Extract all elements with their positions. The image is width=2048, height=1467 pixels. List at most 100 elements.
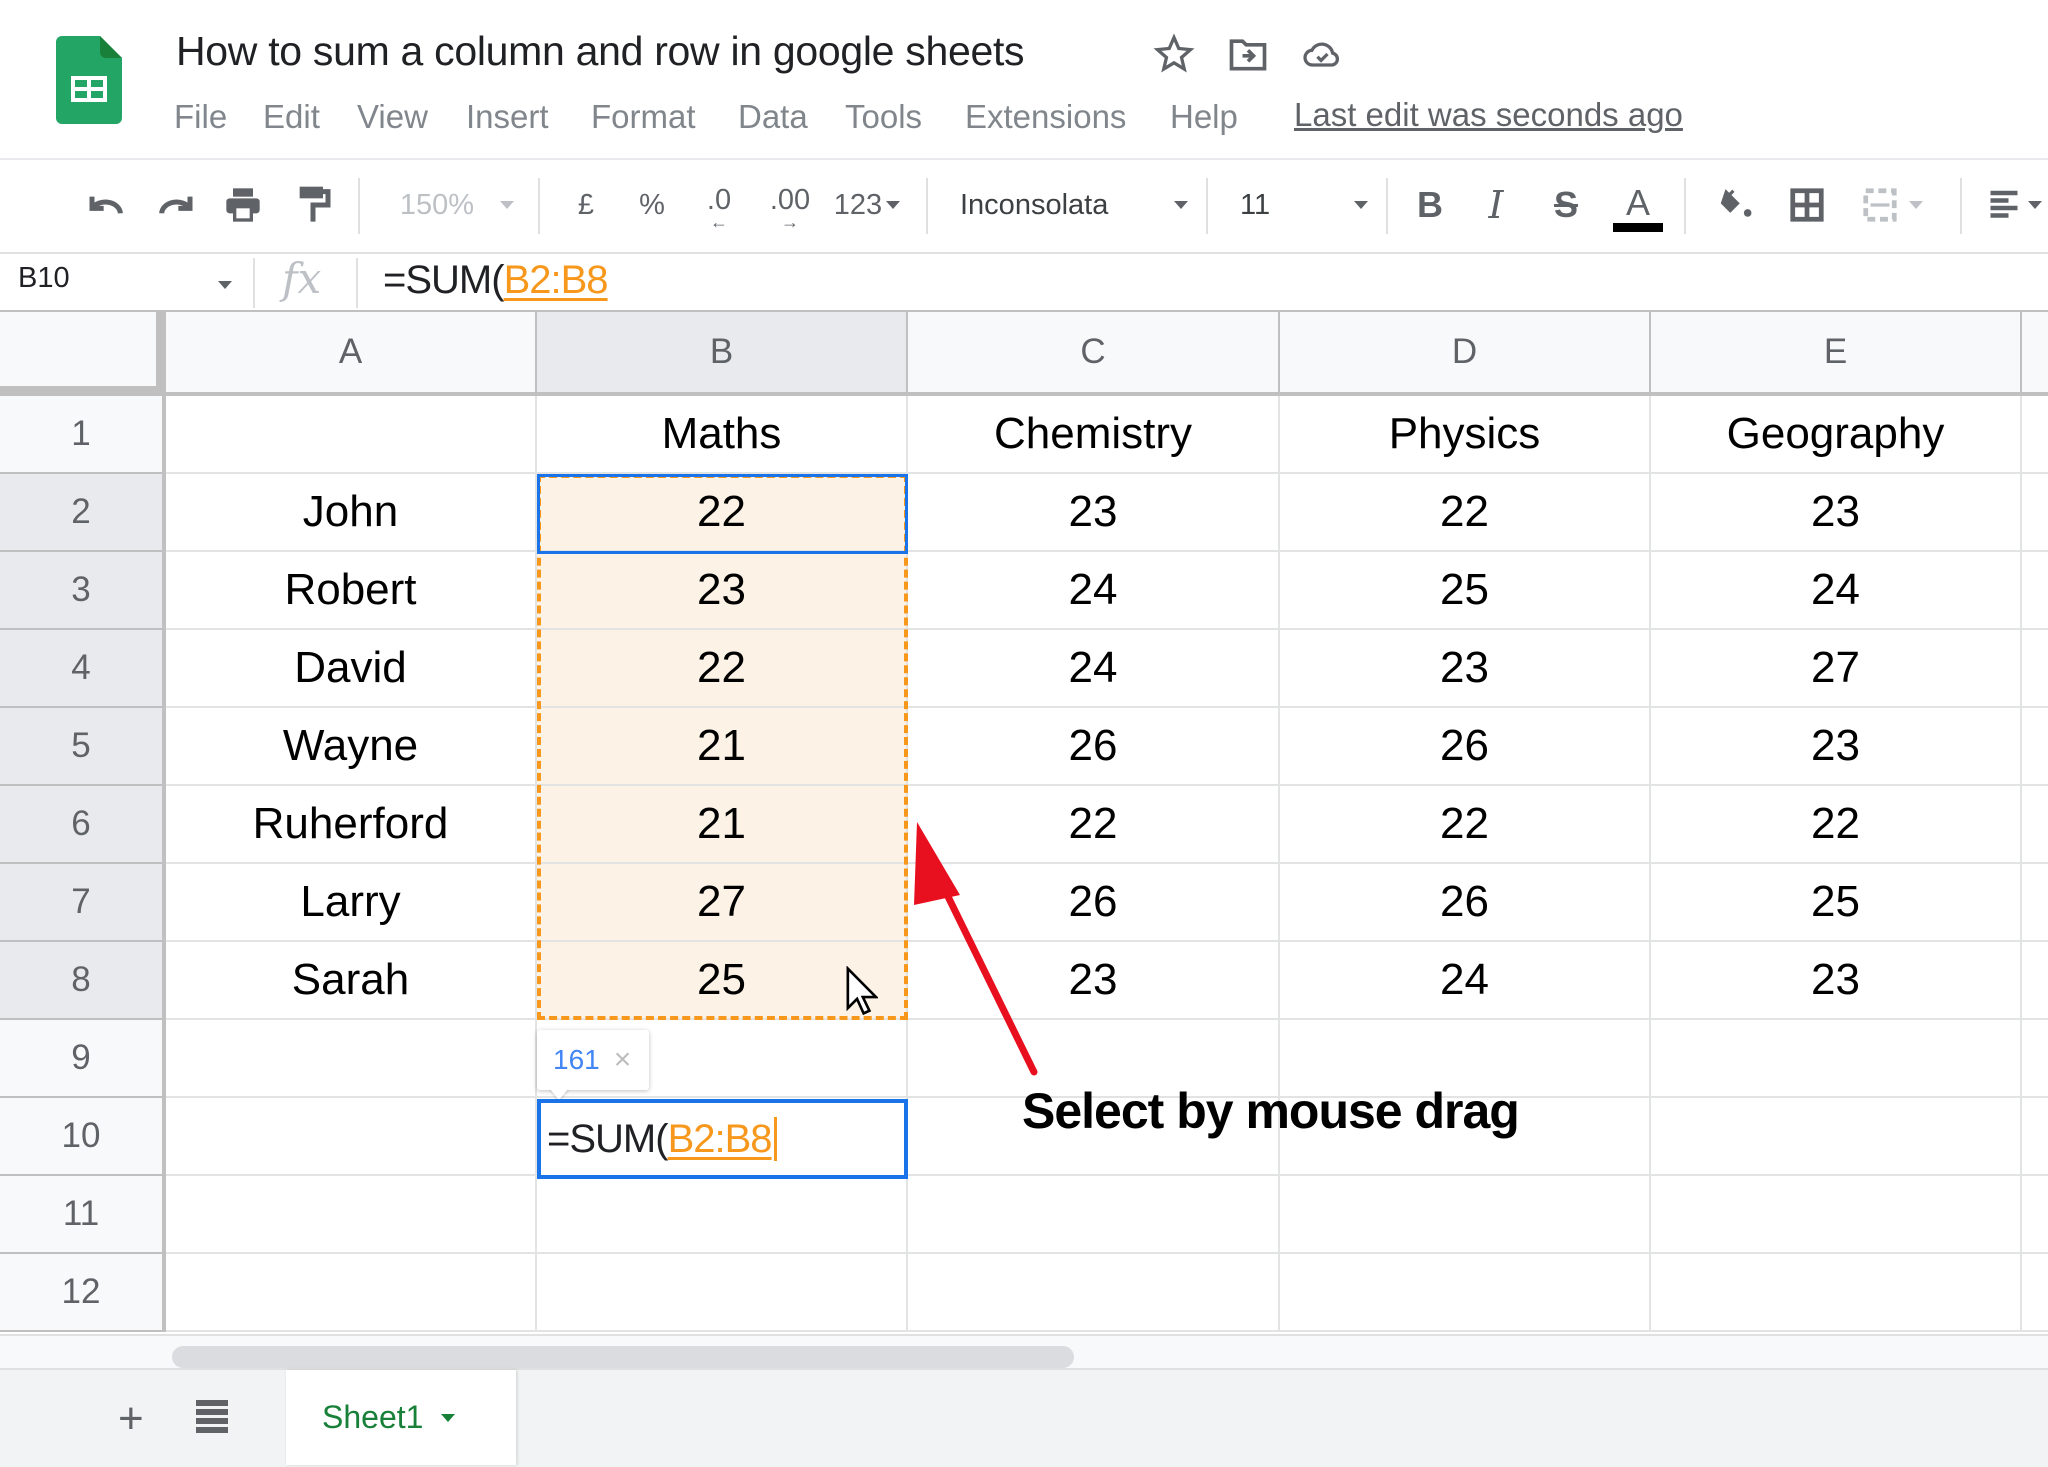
cell-b12[interactable] — [537, 1254, 908, 1332]
cell-e6[interactable]: 22 — [1651, 786, 2022, 864]
cell-c6[interactable]: 22 — [908, 786, 1280, 864]
horizontal-scrollbar-thumb[interactable] — [172, 1346, 1074, 1368]
fill-color-button[interactable] — [1712, 180, 1758, 230]
cell-e1[interactable]: Geography — [1651, 396, 2022, 474]
row-header-2[interactable]: 2 — [0, 474, 166, 552]
row-header-7[interactable]: 7 — [0, 864, 166, 942]
cell-e2[interactable]: 23 — [1651, 474, 2022, 552]
redo-button[interactable] — [150, 180, 200, 230]
bold-button[interactable]: B — [1408, 180, 1452, 230]
column-header-c[interactable]: C — [908, 312, 1280, 396]
format-percent-button[interactable]: % — [634, 180, 670, 230]
cell-a9[interactable] — [166, 1020, 537, 1098]
cell-e10[interactable] — [1651, 1098, 2022, 1176]
cell-b3[interactable]: 23 — [537, 552, 908, 630]
cell-c3[interactable]: 24 — [908, 552, 1280, 630]
row-header-10[interactable]: 10 — [0, 1098, 166, 1176]
all-sheets-menu-icon[interactable] — [196, 1400, 228, 1434]
cell-editor-b10[interactable]: =SUM(B2:B8 — [537, 1099, 908, 1179]
menu-data[interactable]: Data — [738, 98, 808, 136]
spreadsheet-grid[interactable]: ABCDE 1 2 3 4 5 6 7 8 9 10 11 12 Maths Chemistry Phys… — [0, 310, 2048, 1334]
cell-d12[interactable] — [1280, 1254, 1651, 1332]
cell-a5[interactable]: Wayne — [166, 708, 537, 786]
cell-b5[interactable]: 21 — [537, 708, 908, 786]
document-title[interactable]: How to sum a column and row in google sh… — [176, 28, 1025, 75]
select-all-corner[interactable] — [0, 312, 166, 396]
cell-f3[interactable] — [2022, 552, 2048, 630]
cell-f1[interactable] — [2022, 396, 2048, 474]
menu-insert[interactable]: Insert — [466, 98, 549, 136]
cell-d5[interactable]: 26 — [1280, 708, 1651, 786]
cell-a8[interactable]: Sarah — [166, 942, 537, 1020]
row-header-6[interactable]: 6 — [0, 786, 166, 864]
cell-b6[interactable]: 21 — [537, 786, 908, 864]
print-button[interactable] — [218, 180, 268, 230]
cell-e8[interactable]: 23 — [1651, 942, 2022, 1020]
cell-d11[interactable] — [1280, 1176, 1651, 1254]
strikethrough-button[interactable]: S — [1544, 180, 1588, 230]
row-header-4[interactable]: 4 — [0, 630, 166, 708]
cell-f8[interactable] — [2022, 942, 2048, 1020]
cell-d6[interactable]: 22 — [1280, 786, 1651, 864]
merge-cells-button[interactable] — [1854, 180, 1930, 230]
menu-view[interactable]: View — [357, 98, 428, 136]
column-header-a[interactable]: A — [166, 312, 537, 396]
undo-button[interactable] — [82, 180, 132, 230]
format-currency-button[interactable]: £ — [568, 180, 604, 230]
cell-e9[interactable] — [1651, 1020, 2022, 1098]
cell-e12[interactable] — [1651, 1254, 2022, 1332]
cell-b4[interactable]: 22 — [537, 630, 908, 708]
name-box[interactable]: B10 — [18, 262, 70, 295]
cell-d7[interactable]: 26 — [1280, 864, 1651, 942]
cell-b1[interactable]: Maths — [537, 396, 908, 474]
menu-file[interactable]: File — [174, 98, 227, 136]
menu-help[interactable]: Help — [1170, 98, 1238, 136]
menu-tools[interactable]: Tools — [845, 98, 922, 136]
sheet-tab-sheet1[interactable]: Sheet1 — [286, 1370, 516, 1465]
row-header-3[interactable]: 3 — [0, 552, 166, 630]
menu-extensions[interactable]: Extensions — [965, 98, 1126, 136]
cell-b11[interactable] — [537, 1176, 908, 1254]
font-size-select[interactable]: 11 — [1240, 180, 1368, 230]
formula-input[interactable]: =SUM(B2:B8 — [383, 258, 609, 303]
cell-f12[interactable] — [2022, 1254, 2048, 1332]
horizontal-align-button[interactable] — [1986, 180, 2048, 230]
cell-e4[interactable]: 27 — [1651, 630, 2022, 708]
cell-f11[interactable] — [2022, 1176, 2048, 1254]
cell-c2[interactable]: 23 — [908, 474, 1280, 552]
font-family-select[interactable]: Inconsolata — [960, 180, 1188, 230]
cell-f2[interactable] — [2022, 474, 2048, 552]
menu-edit[interactable]: Edit — [263, 98, 320, 136]
cell-c1[interactable]: Chemistry — [908, 396, 1280, 474]
cell-e11[interactable] — [1651, 1176, 2022, 1254]
cell-f7[interactable] — [2022, 864, 2048, 942]
add-sheet-button[interactable]: + — [118, 1394, 144, 1444]
cell-c7[interactable]: 26 — [908, 864, 1280, 942]
cell-f10[interactable] — [2022, 1098, 2048, 1176]
cell-a3[interactable]: Robert — [166, 552, 537, 630]
increase-decimal-button[interactable]: .00 → — [762, 180, 818, 231]
google-sheets-logo[interactable] — [56, 36, 122, 124]
menu-format[interactable]: Format — [591, 98, 696, 136]
cell-e3[interactable]: 24 — [1651, 552, 2022, 630]
row-header-8[interactable]: 8 — [0, 942, 166, 1020]
cell-e5[interactable]: 23 — [1651, 708, 2022, 786]
row-header-5[interactable]: 5 — [0, 708, 166, 786]
cell-a12[interactable] — [166, 1254, 537, 1332]
cell-a1[interactable] — [166, 396, 537, 474]
cell-a10[interactable] — [166, 1098, 537, 1176]
row-header-11[interactable]: 11 — [0, 1176, 166, 1254]
cell-c4[interactable]: 24 — [908, 630, 1280, 708]
cell-a6[interactable]: Ruherford — [166, 786, 537, 864]
row-header-1[interactable]: 1 — [0, 396, 166, 474]
column-header-e[interactable]: E — [1651, 312, 2022, 396]
star-icon[interactable] — [1152, 32, 1196, 76]
cell-a2[interactable]: John — [166, 474, 537, 552]
cloud-saved-icon[interactable] — [1300, 32, 1344, 76]
cell-b2[interactable]: 22 — [537, 474, 908, 552]
cell-e7[interactable]: 25 — [1651, 864, 2022, 942]
more-formats-button[interactable]: 123 — [828, 180, 906, 230]
cell-c11[interactable] — [908, 1176, 1280, 1254]
cell-c12[interactable] — [908, 1254, 1280, 1332]
cell-a4[interactable]: David — [166, 630, 537, 708]
